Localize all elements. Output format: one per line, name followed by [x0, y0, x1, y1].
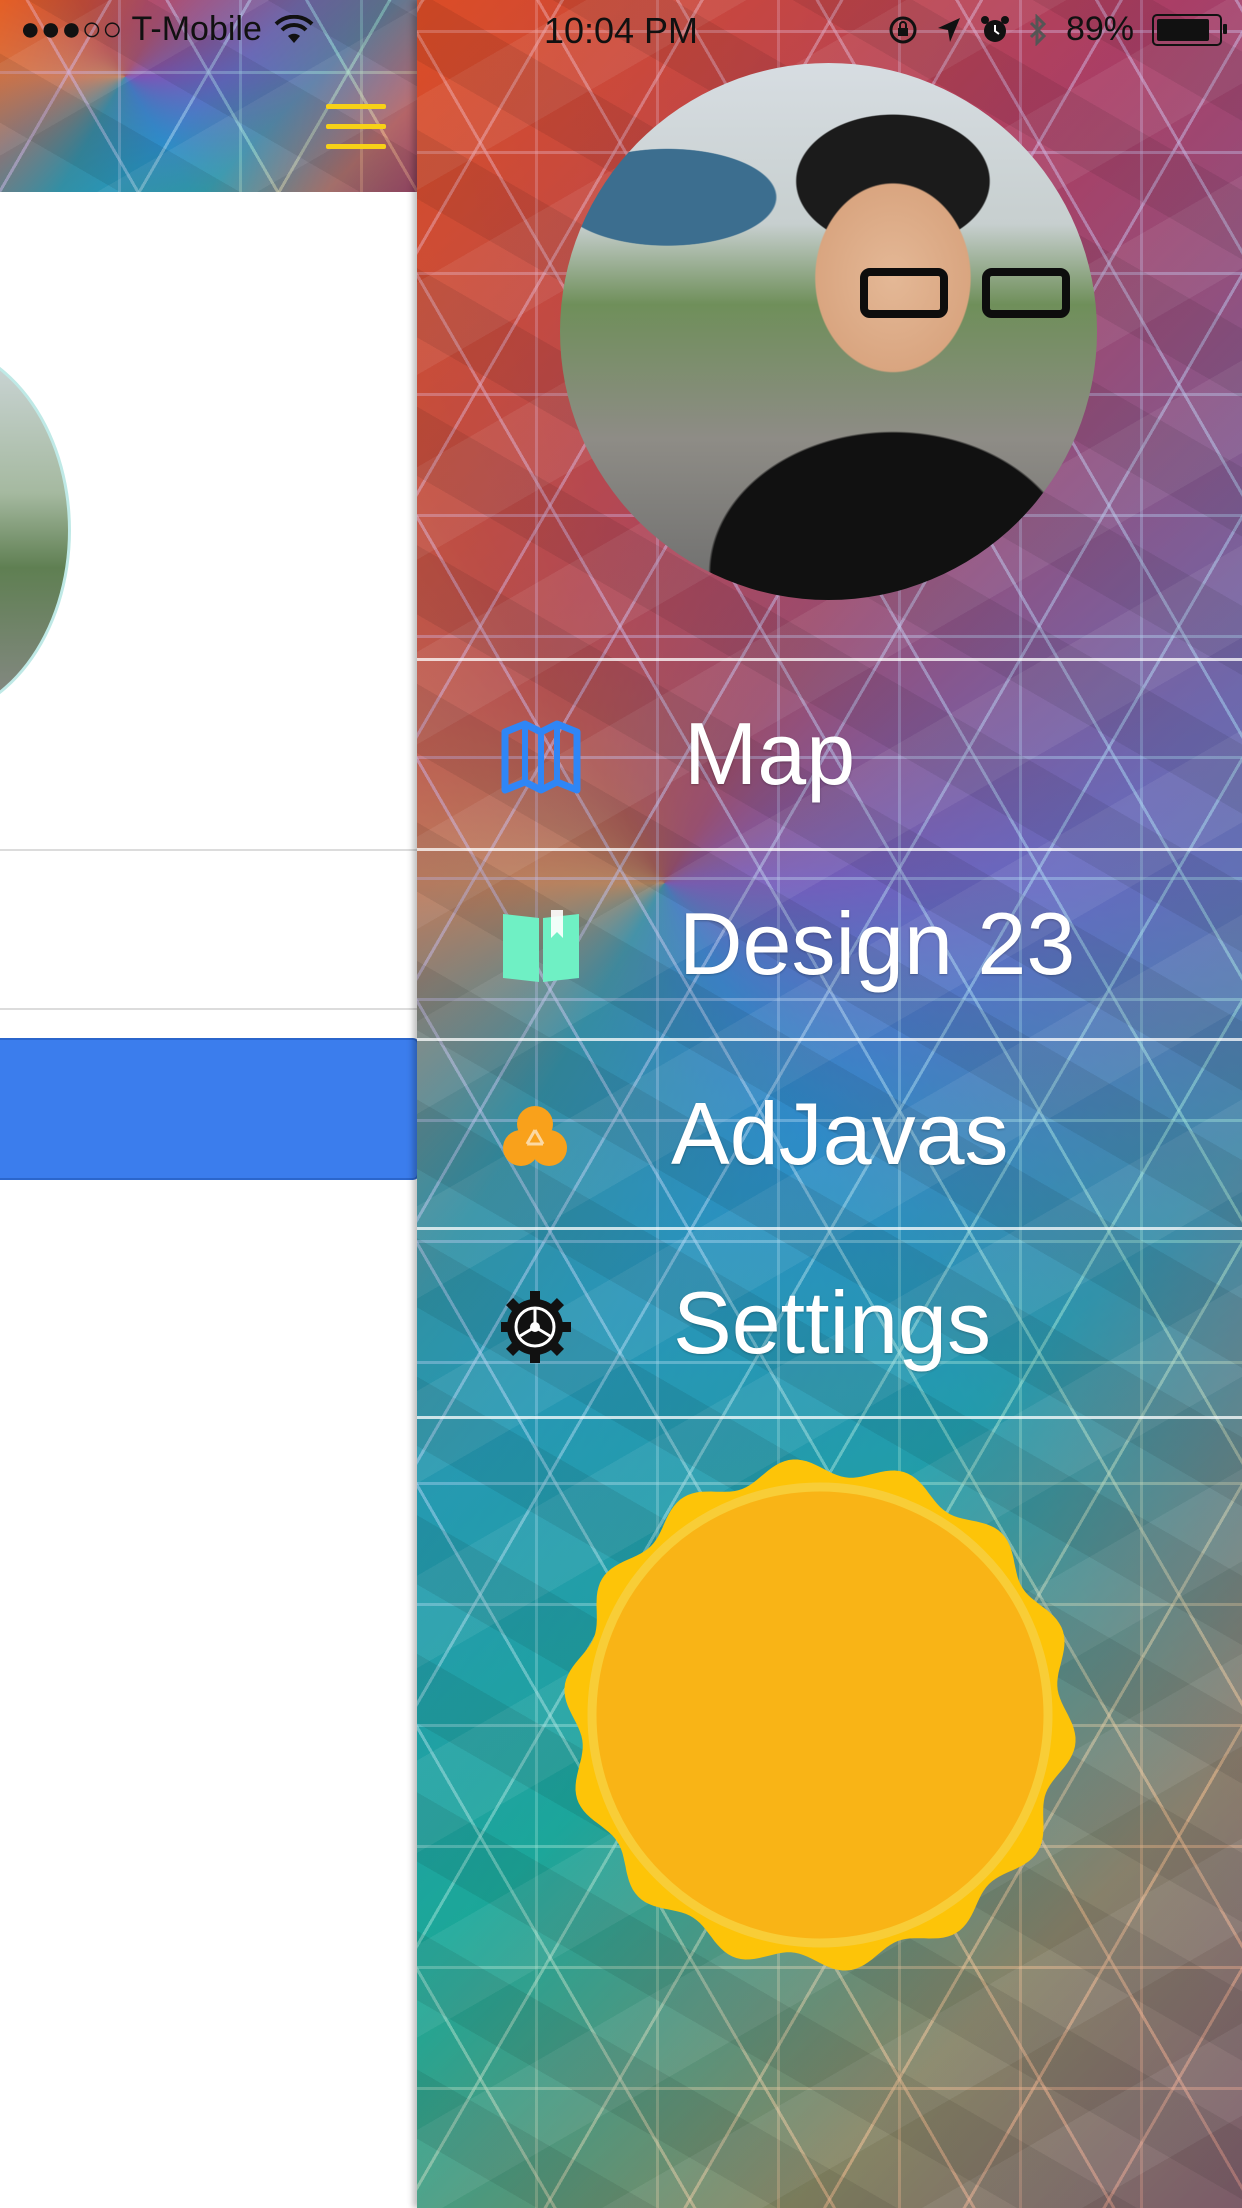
map-icon [501, 720, 581, 794]
status-bar: ●●●○○ T-Mobile 10:04 PM 89% [0, 0, 1242, 60]
avatar[interactable] [0, 340, 71, 721]
glasses [860, 268, 1070, 320]
divider [417, 658, 1242, 661]
divider [417, 1038, 1242, 1041]
menu-item-label: Map [684, 704, 856, 803]
main-content-panel [0, 0, 417, 2208]
trefoil-icon [503, 1106, 567, 1166]
divider [0, 1008, 417, 1010]
primary-button[interactable] [0, 1038, 417, 1180]
divider [417, 848, 1242, 851]
bluetooth-icon [1029, 13, 1047, 46]
menu-item-map[interactable]: Map [417, 662, 1242, 848]
menu-item-label: Settings [673, 1273, 991, 1372]
sun-badge-button[interactable] [560, 1455, 1080, 1975]
hamburger-icon[interactable] [326, 104, 386, 150]
menu-item-design-23[interactable]: Design 23 [417, 852, 1242, 1038]
location-arrow-icon [937, 17, 960, 42]
divider [0, 849, 417, 851]
alarm-icon [980, 15, 1009, 42]
battery-percent: 89% [1065, 10, 1134, 48]
menu-item-settings[interactable]: Settings [417, 1231, 1242, 1417]
orientation-lock-icon [889, 16, 917, 43]
book-icon [503, 910, 579, 982]
gear-icon [501, 1291, 571, 1363]
menu-item-adjavas[interactable]: AdJavas [417, 1042, 1242, 1228]
side-drawer: Map Design 23 AdJavas Settings [417, 0, 1242, 2208]
menu-item-label: Design 23 [679, 894, 1076, 993]
profile-photo[interactable] [560, 63, 1097, 600]
battery-icon [1152, 13, 1227, 46]
divider [417, 1416, 1242, 1419]
menu-item-label: AdJavas [671, 1084, 1009, 1183]
divider [417, 1227, 1242, 1230]
